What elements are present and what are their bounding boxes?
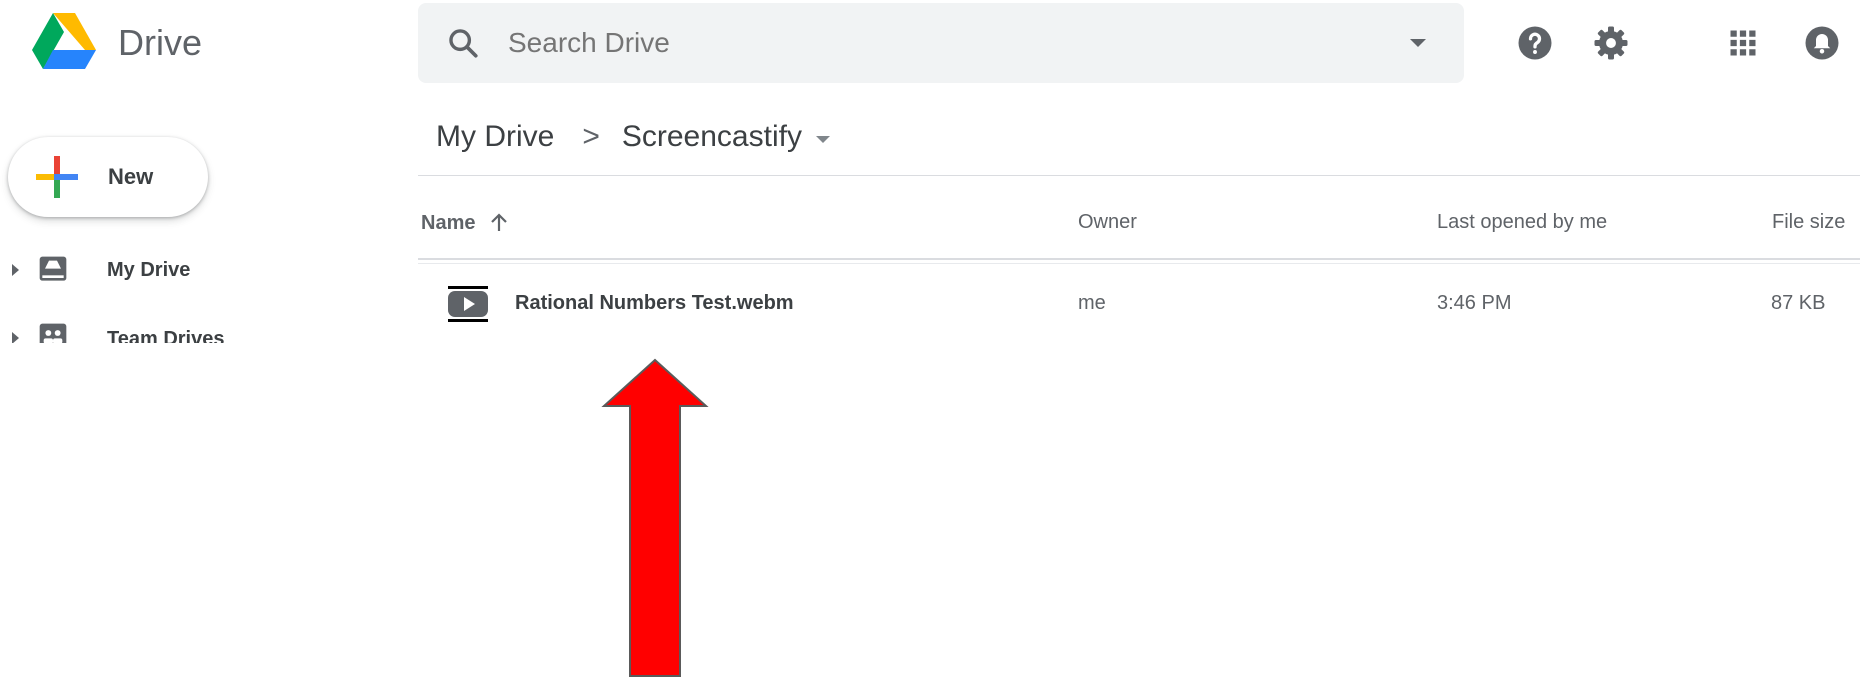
notifications-icon[interactable]: [1802, 23, 1842, 63]
column-header-last-opened[interactable]: Last opened by me: [1437, 211, 1607, 234]
file-owner: me: [1078, 292, 1106, 314]
sidebar-item-my-drive[interactable]: My Drive: [12, 250, 190, 290]
breadcrumb-current[interactable]: Screencastify: [622, 120, 802, 154]
search-input[interactable]: [506, 26, 1410, 60]
team-drives-icon: [39, 323, 67, 343]
app-title: Drive: [118, 22, 203, 63]
search-options-dropdown-icon[interactable]: [1410, 39, 1426, 47]
file-size: 87 KB: [1771, 292, 1826, 314]
drive-logo[interactable]: Drive: [32, 13, 202, 71]
divider: [418, 175, 1860, 176]
sidebar-item-team-drives[interactable]: Team Drives: [12, 317, 224, 343]
file-last-opened: 3:46 PM: [1437, 292, 1512, 314]
table-row[interactable]: Rational Numbers Test.webm me 3:46 PM 87…: [418, 278, 1860, 330]
settings-icon[interactable]: [1591, 23, 1631, 63]
folder-menu-dropdown-icon[interactable]: [815, 135, 830, 143]
sort-ascending-icon[interactable]: [487, 211, 511, 235]
column-header-name[interactable]: Name: [421, 211, 511, 235]
new-button-label: New: [108, 164, 154, 189]
breadcrumb-root[interactable]: My Drive: [436, 120, 554, 154]
header-divider-shadow: [418, 263, 1860, 264]
annotation-arrow-icon: [601, 358, 709, 677]
search-bar[interactable]: [418, 3, 1464, 83]
apps-grid-icon[interactable]: [1723, 23, 1763, 63]
header-divider: [418, 258, 1860, 260]
breadcrumb-separator: >: [582, 120, 600, 153]
column-header-file-size[interactable]: File size: [1772, 211, 1845, 234]
my-drive-icon: [39, 256, 67, 281]
video-file-icon: [448, 286, 488, 322]
file-name: Rational Numbers Test.webm: [515, 292, 794, 314]
column-header-owner[interactable]: Owner: [1078, 211, 1137, 234]
sidebar-item-label: My Drive: [107, 258, 191, 281]
breadcrumb: My Drive > Screencastify: [436, 115, 830, 159]
new-button[interactable]: New: [8, 137, 208, 217]
plus-icon: [36, 156, 78, 198]
search-icon[interactable]: [446, 26, 480, 60]
help-icon[interactable]: [1515, 23, 1555, 63]
drive-logo-icon: [32, 13, 96, 69]
expand-caret-icon[interactable]: [12, 264, 19, 276]
sidebar-item-label: Team Drives: [107, 327, 225, 344]
column-header-label: Name: [421, 211, 476, 234]
expand-caret-icon[interactable]: [12, 332, 19, 343]
